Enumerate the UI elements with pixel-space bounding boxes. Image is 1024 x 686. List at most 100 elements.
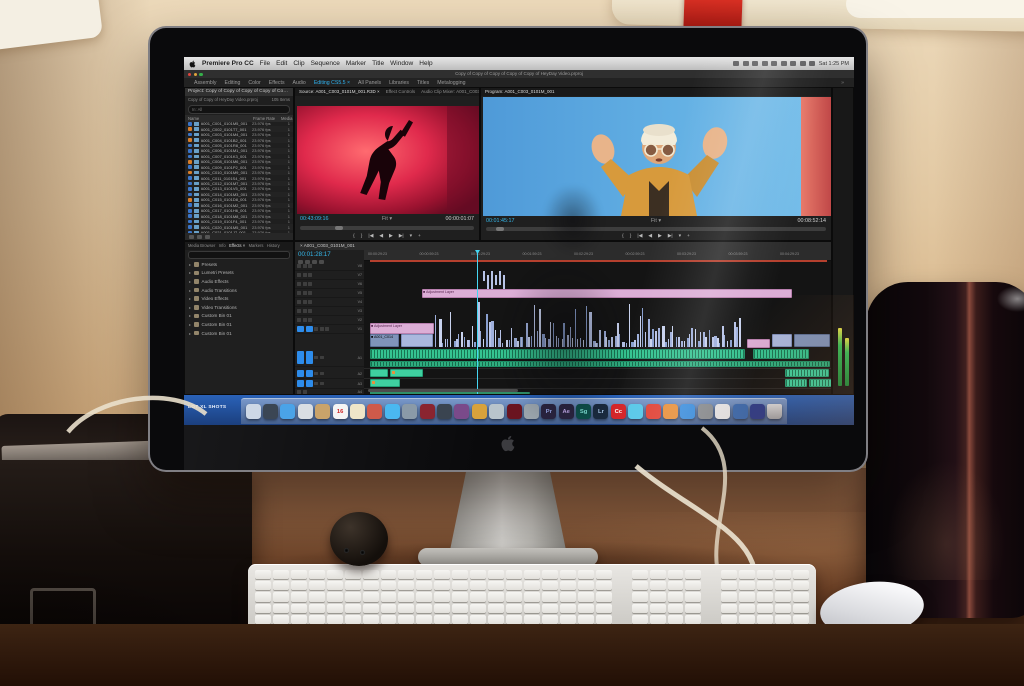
timeline-clip[interactable] [772,334,792,347]
minimize-window-button[interactable] [193,72,197,76]
toggle-track-output-icon[interactable] [297,282,301,286]
project-search-input[interactable]: In: All [188,105,290,114]
playhead[interactable] [477,250,478,394]
dock-icon-trash[interactable] [767,404,783,419]
transport-add-marker-button[interactable]: + [418,234,421,239]
battery-icon[interactable] [790,61,797,66]
effects-tab-info[interactable]: Info [219,242,226,250]
toggle-sync-lock-icon[interactable] [302,282,307,286]
timeline-clip[interactable] [785,369,829,377]
effects-bin-row[interactable]: ▸ Audio Effects [185,277,293,286]
project-clip-row[interactable]: A001_C017_0101H6_001 23.976 fps 1 [185,208,293,213]
transport-go-to-in-button[interactable]: |◀ [637,234,642,239]
project-clip-row[interactable]: A001_C014_0101M3_001 23.976 fps 1 [185,191,293,198]
toggle-track-output-icon[interactable] [297,273,301,277]
new-bin-icon[interactable] [205,234,210,239]
track-header-v3[interactable]: V3 [295,307,364,316]
toggle-track-lock-icon[interactable] [308,282,312,286]
toggle-track-lock-icon[interactable] [308,318,312,322]
project-clip-row[interactable]: A001_C015_0101D8_001 23.976 fps 1 [185,197,293,202]
toggle-sync-lock-icon[interactable] [302,264,307,268]
source-video-frame[interactable] [297,106,479,214]
workspace-tab-color[interactable]: Color [248,80,260,86]
toggle-sync-lock-icon[interactable] [302,273,307,277]
effects-tab-markers[interactable]: Markers [249,242,264,250]
source-scrub-handle[interactable] [334,226,343,230]
workspace-tab-all-panels[interactable]: All Panels [358,80,381,86]
track-header-v8[interactable]: V8 [295,262,364,271]
project-clip-row[interactable]: A001_C020_0101M5_001 23.976 fps 1 [185,224,293,230]
effects-bin-row[interactable]: ▸ Custom Bin 01 [185,320,293,329]
dock-icon-lightroom[interactable]: Lr [593,404,609,419]
project-panel-tab[interactable]: Project: Copy of Copy of Copy of Copy of… [185,88,293,96]
track-target-button[interactable] [305,379,313,388]
track-header-a1[interactable]: A1 [295,349,364,367]
twirl-down-icon[interactable]: ▸ [189,305,191,310]
effects-search-input[interactable] [188,251,290,259]
toggle-track-output-icon[interactable] [297,309,301,313]
timeline-clip[interactable] [390,369,423,377]
dock-icon-notes[interactable] [349,404,365,419]
track-header-v5[interactable]: V5 [295,289,364,298]
project-clip-row[interactable]: A001_C019_0101F4_001 23.976 fps 1 [185,219,293,224]
time-machine-icon[interactable] [752,61,759,66]
toggle-track-output-icon[interactable] [297,264,301,268]
dock-icon-garageband[interactable] [523,404,539,419]
program-scrub-handle[interactable] [496,227,505,231]
timeline-clip[interactable] [370,379,400,387]
toggle-track-lock-icon[interactable] [308,300,312,304]
dock-icon-app-store[interactable] [680,404,696,419]
project-clip-row[interactable]: A001_C012_0101M7_001 23.976 fps 1 [185,180,293,187]
menu-bar-clock[interactable]: Sat 1:25 PM [819,61,849,67]
dock-icon-itunes[interactable] [645,404,661,419]
workspace-tab-titles[interactable]: Titles [417,80,429,86]
volume-icon[interactable] [780,61,787,66]
twirl-down-icon[interactable]: ▸ [189,279,191,284]
project-clip-row[interactable]: A001_C002_0101T7_001 23.976 fps 1 [185,126,293,132]
sequence-tab[interactable]: × A001_C003_0101M_001 [295,242,831,250]
mute-track-icon[interactable] [314,381,318,386]
source-target-button[interactable] [297,350,304,365]
project-clip-row[interactable]: A001_C016_0101M2_001 23.976 fps 1 [185,202,293,208]
transport-mark-in-button[interactable]: { [353,234,355,239]
project-clip-row[interactable]: A001_C006_0101M1_001 23.976 fps 1 [185,148,293,154]
toggle-sync-lock-icon[interactable] [302,300,307,304]
workspace-tab-libraries[interactable]: Libraries [389,80,409,86]
track-header-a3[interactable]: A3 [295,379,364,389]
track-header-v2[interactable]: V2 [295,316,364,325]
icon-view-icon[interactable] [197,234,202,239]
project-clip-row[interactable]: A001_C013_0101V5_001 23.976 fps 1 [185,186,293,191]
toggle-track-lock-icon[interactable] [308,291,312,295]
transport-mark-out-button[interactable]: } [630,234,632,239]
twirl-down-icon[interactable]: ▸ [189,331,191,336]
transport-mark-in-button[interactable]: { [622,234,624,239]
effects-tab-history[interactable]: History [267,242,280,250]
menu-item-premiere-pro-cc[interactable]: Premiere Pro CC [202,60,254,67]
timeline-horizontal-scrollbar[interactable] [368,389,518,392]
dock-icon-creative-cloud[interactable]: Cc [610,404,626,419]
project-clip-row[interactable]: A001_C011_0101S4_001 23.976 fps 1 [185,175,293,181]
timeline-clip[interactable] [809,379,831,387]
toggle-track-lock-icon[interactable] [308,273,312,277]
track-target-button[interactable] [305,350,313,365]
toggle-track-lock-icon[interactable] [325,327,329,331]
twirl-down-icon[interactable]: ▸ [189,262,191,267]
dock-icon-safari[interactable] [280,404,296,419]
track-header-a2[interactable]: A2 [295,369,364,379]
track-header-v7[interactable]: V7 [295,271,364,280]
dropbox-icon[interactable] [733,61,740,66]
project-clip-row[interactable]: A001_C009_0101P2_001 23.976 fps 1 [185,165,293,170]
dock-icon-messages[interactable] [384,404,400,419]
effects-bin-row[interactable]: ▸ Video Transitions [185,303,293,312]
dock-icon-photos[interactable] [367,404,383,419]
source-target-button[interactable] [297,379,304,388]
dock-icon-premiere[interactable]: Pr [541,404,557,419]
toggle-track-lock-icon[interactable] [308,309,312,313]
timeline-timecode[interactable]: 00:01:28:17 [295,250,364,259]
track-header-v4[interactable]: V4 [295,298,364,307]
transport-export-frame-button[interactable]: ▾ [410,234,412,239]
dock-icon-preview[interactable] [297,404,313,419]
source-current-timecode[interactable]: 00:43:09:16 [300,216,328,222]
transport-step-back-button[interactable]: ◀ [648,234,652,239]
program-current-timecode[interactable]: 00:01:45:17 [486,218,514,224]
